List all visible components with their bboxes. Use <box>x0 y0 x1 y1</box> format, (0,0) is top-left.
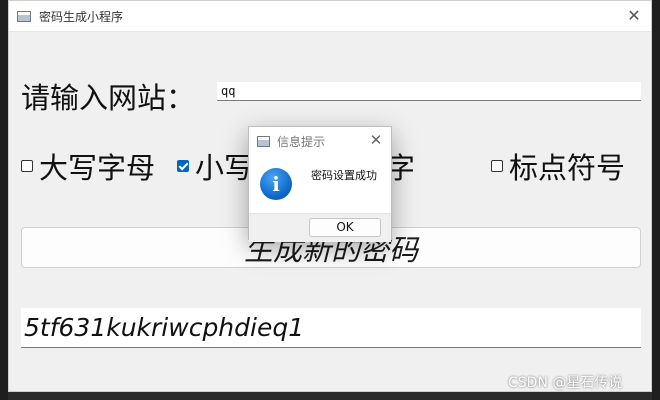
option-uppercase[interactable]: 大写字母 <box>21 145 155 187</box>
dialog-body: i 密码设置成功 <box>249 155 391 213</box>
ok-button[interactable]: OK <box>309 218 381 237</box>
checkbox-lowercase[interactable] <box>177 160 189 172</box>
dialog-title: 信息提示 <box>277 134 326 149</box>
checkbox-uppercase-label: 大写字母 <box>39 151 156 185</box>
app-window-icon <box>17 10 31 22</box>
checkbox-uppercase[interactable] <box>21 160 33 172</box>
dialog-close-icon[interactable]: ✕ <box>368 132 384 148</box>
watermark-text: CSDN @星石传说 <box>508 375 623 391</box>
dialog-message: 密码设置成功 <box>311 169 377 182</box>
password-output-field[interactable]: 5tf631kukriwcphdieq1 <box>21 308 641 348</box>
background-editor-right <box>652 0 660 400</box>
background-editor-left <box>0 0 8 400</box>
dialog-window-icon <box>257 135 270 147</box>
checkbox-punctuation[interactable] <box>491 160 503 172</box>
url-input[interactable] <box>217 82 641 101</box>
option-punctuation[interactable]: 标点符号 <box>491 145 625 187</box>
checkbox-punctuation-label: 标点符号 <box>509 151 626 185</box>
dialog-footer: OK <box>249 213 391 242</box>
info-dialog: 信息提示 ✕ i 密码设置成功 OK <box>248 126 392 242</box>
info-icon: i <box>260 168 292 200</box>
window-close-icon[interactable]: ✕ <box>625 7 643 25</box>
window-title: 密码生成小程序 <box>39 9 124 24</box>
window-titlebar: 密码生成小程序 ✕ <box>9 1 651 32</box>
url-label: 请输入网站： <box>21 81 196 115</box>
dialog-titlebar: 信息提示 ✕ <box>249 127 391 155</box>
